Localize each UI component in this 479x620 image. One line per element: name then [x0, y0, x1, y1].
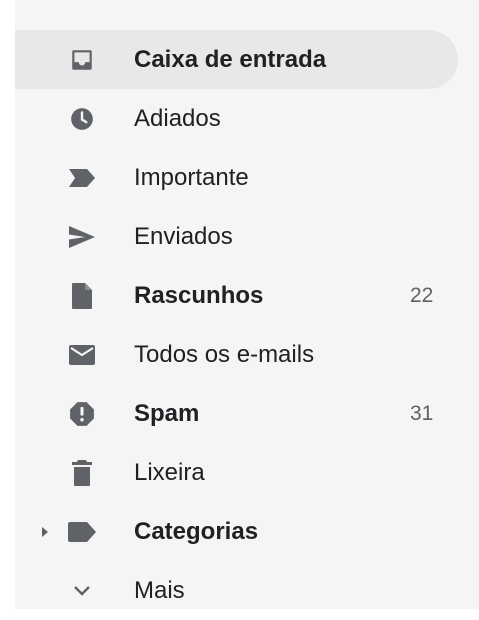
nav-item-important[interactable]: Importante — [15, 148, 458, 207]
inbox-icon — [67, 45, 97, 75]
nav-item-more[interactable]: Mais — [15, 561, 458, 620]
nav-item-label: Enviados — [134, 222, 233, 250]
label-icon — [67, 517, 97, 547]
nav-item-label: Importante — [134, 163, 249, 191]
nav-item-all-mail[interactable]: Todos os e-mails — [15, 325, 458, 384]
chevron-down-icon — [67, 576, 97, 606]
unread-count: 22 — [410, 283, 434, 307]
nav-item-label: Mais — [134, 576, 185, 604]
spam-alert-icon — [67, 399, 97, 429]
nav-item-label: Spam — [134, 399, 200, 427]
nav-item-snoozed[interactable]: Adiados — [15, 89, 458, 148]
nav-item-label: Rascunhos — [134, 281, 264, 309]
nav-item-label: Lixeira — [134, 458, 205, 486]
trash-icon — [67, 458, 97, 488]
send-icon — [67, 222, 97, 252]
clock-icon — [67, 104, 97, 134]
nav-item-sent[interactable]: Enviados — [15, 207, 458, 266]
mail-envelope-icon — [67, 340, 97, 370]
nav-item-trash[interactable]: Lixeira — [15, 443, 458, 502]
important-marker-icon — [67, 163, 97, 193]
nav-item-drafts[interactable]: Rascunhos 22 — [15, 266, 458, 325]
mail-folder-nav: Caixa de entrada Adiados Importante Envi… — [15, 30, 479, 620]
unread-count: 31 — [410, 401, 434, 425]
nav-item-label: Caixa de entrada — [134, 45, 327, 73]
nav-item-label: Todos os e-mails — [134, 340, 315, 368]
nav-item-label: Adiados — [134, 104, 221, 132]
nav-item-categories[interactable]: Categorias — [15, 502, 458, 561]
draft-file-icon — [67, 281, 97, 311]
caret-right-icon[interactable] — [40, 526, 50, 538]
nav-item-inbox[interactable]: Caixa de entrada — [15, 30, 458, 89]
nav-item-label: Categorias — [134, 517, 259, 545]
nav-item-spam[interactable]: Spam 31 — [15, 384, 458, 443]
